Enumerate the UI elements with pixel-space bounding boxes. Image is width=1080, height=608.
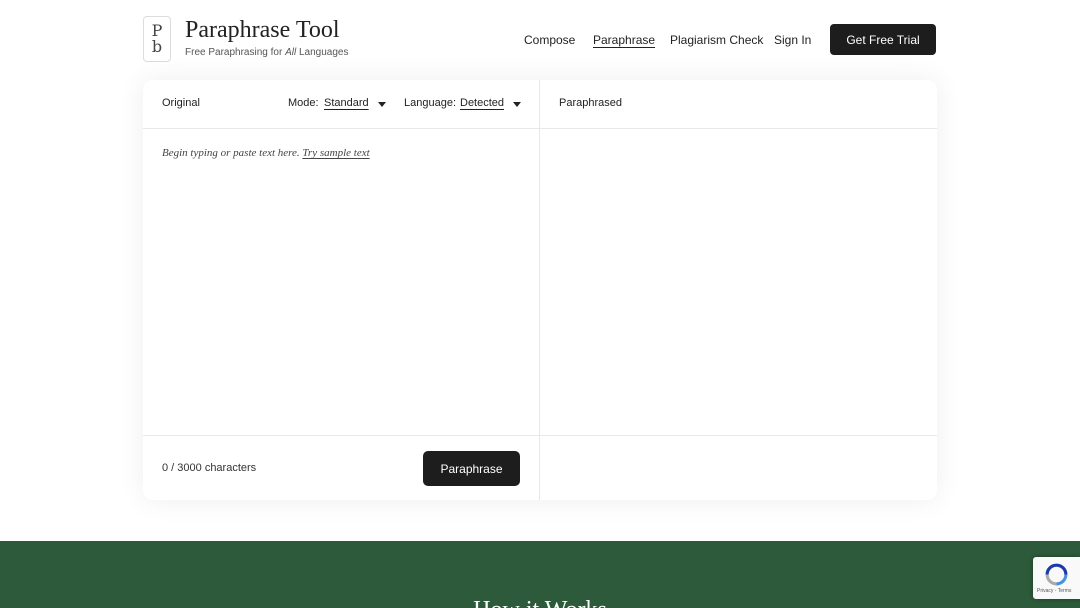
brand-subtitle-suffix: Languages xyxy=(296,47,349,58)
pane-divider xyxy=(539,80,540,500)
recaptcha-badge[interactable]: Privacy - Terms xyxy=(1033,557,1080,599)
paraphrase-button[interactable]: Paraphrase xyxy=(423,451,520,486)
site-header: P b Paraphrase Tool Free Paraphrasing fo… xyxy=(0,0,1080,80)
original-pane-label: Original xyxy=(162,97,200,109)
how-it-works-heading: How it Works xyxy=(0,597,1080,608)
language-label: Language: xyxy=(404,97,456,109)
character-counter: 0 / 3000 characters xyxy=(162,462,257,474)
nav-plagiarism-check[interactable]: Plagiarism Check xyxy=(670,33,763,47)
get-free-trial-button[interactable]: Get Free Trial xyxy=(830,24,936,55)
nav-compose[interactable]: Compose xyxy=(524,33,575,47)
mode-chevron-down-icon[interactable] xyxy=(378,102,386,107)
brand-subtitle: Free Paraphrasing for All Languages xyxy=(185,47,348,58)
recaptcha-links[interactable]: Privacy - Terms xyxy=(1037,588,1071,594)
paraphrase-tool-card: Original Mode: Standard Language: Detect… xyxy=(143,80,937,500)
language-select[interactable]: Detected xyxy=(460,97,504,109)
paraphrased-pane-label: Paraphrased xyxy=(559,97,622,109)
brand-subtitle-emphasis: All xyxy=(285,47,297,58)
brand-title[interactable]: Paraphrase Tool xyxy=(185,17,340,44)
brand-subtitle-prefix: Free Paraphrasing for xyxy=(185,47,286,58)
try-sample-text-link[interactable]: Try sample text xyxy=(302,147,369,159)
nav-paraphrase[interactable]: Paraphrase xyxy=(593,33,655,47)
footer-divider xyxy=(143,435,937,436)
language-chevron-down-icon[interactable] xyxy=(513,102,521,107)
nav-sign-in[interactable]: Sign In xyxy=(774,33,811,47)
logo-letter-bottom: b xyxy=(151,37,163,56)
original-text-input[interactable] xyxy=(143,129,539,435)
how-it-works-section: How it Works xyxy=(0,541,1080,608)
logo[interactable]: P b xyxy=(143,16,171,62)
recaptcha-icon xyxy=(1045,563,1068,586)
mode-select[interactable]: Standard xyxy=(324,97,369,109)
mode-label: Mode: xyxy=(288,97,319,109)
